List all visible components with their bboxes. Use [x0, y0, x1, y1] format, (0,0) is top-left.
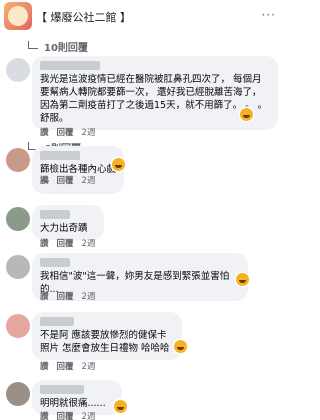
commenter-name[interactable] [40, 210, 70, 219]
timestamp[interactable]: 2週 [82, 410, 96, 420]
like-button[interactable]: 讚 [40, 174, 49, 186]
reply-button[interactable]: 回覆 [57, 290, 74, 302]
comment-actions: 讚 回覆 2週 [40, 174, 95, 186]
haha-reaction-icon[interactable] [240, 108, 253, 121]
reply-button[interactable]: 回覆 [57, 174, 74, 186]
comment-actions: 讚 回覆 2週 [40, 360, 95, 372]
avatar[interactable] [6, 255, 30, 279]
timestamp[interactable]: 2週 [82, 174, 96, 186]
timestamp[interactable]: 2週 [82, 290, 96, 302]
reply-button[interactable]: 回覆 [57, 410, 74, 420]
timestamp[interactable]: 2週 [82, 126, 96, 138]
commenter-name[interactable] [40, 258, 70, 267]
reply-button[interactable]: 回覆 [57, 126, 74, 138]
haha-reaction-icon[interactable] [236, 273, 249, 286]
reply-arrow-icon [28, 40, 38, 49]
like-button[interactable]: 讚 [40, 290, 49, 302]
avatar[interactable] [6, 382, 30, 406]
comment-actions: 讚 回覆 2週 [40, 290, 95, 302]
reply-button[interactable]: 回覆 [57, 360, 74, 372]
haha-reaction-icon[interactable] [114, 400, 127, 413]
comment-actions: 讚 回覆 2週 [40, 126, 95, 138]
comment-bubble: 篩檢出各種內心戲～ [32, 146, 124, 194]
timestamp[interactable]: 2週 [82, 237, 96, 249]
commenter-name[interactable] [40, 61, 100, 70]
avatar[interactable] [6, 207, 30, 231]
avatar[interactable] [6, 314, 30, 338]
avatar[interactable] [6, 148, 30, 172]
comment-bubble: 不是阿 應該要放慘烈的健保卡照片 怎麼會放生日禮物 哈哈哈 [32, 312, 182, 360]
commenter-name[interactable] [40, 317, 74, 326]
avatar[interactable] [6, 58, 30, 82]
comment-text: 大力出奇蹟 [40, 223, 88, 234]
group-avatar[interactable] [4, 2, 32, 30]
view-replies-link[interactable]: 10則回覆 [28, 39, 88, 54]
commenter-name[interactable] [40, 385, 84, 394]
more-options-icon[interactable]: ··· [262, 8, 276, 22]
haha-reaction-icon[interactable] [112, 158, 125, 171]
like-button[interactable]: 讚 [40, 126, 49, 138]
commenter-name[interactable] [40, 151, 80, 160]
like-button[interactable]: 讚 [40, 360, 49, 372]
reply-button[interactable]: 回覆 [57, 237, 74, 249]
timestamp[interactable]: 2週 [82, 360, 96, 372]
haha-reaction-icon[interactable] [174, 340, 187, 353]
comment-actions: 讚 回覆 2週 [40, 237, 95, 249]
comment-text: 不是阿 應該要放慘烈的健保卡照片 怎麼會放生日禮物 哈哈哈 [40, 330, 170, 354]
group-title[interactable]: 【 爆廢公社二館 】 [36, 9, 131, 25]
comment-bubble: 大力出奇蹟 [32, 205, 104, 240]
comment-actions: 讚 回覆 2週 [40, 410, 95, 420]
comment-text: 我光是這波疫情已經在醫院被肛鼻孔四次了， 每個月要幫病人轉院都要篩一次， 還好我… [40, 74, 268, 124]
like-button[interactable]: 讚 [40, 410, 49, 420]
comment-text: 明明就很痛...... [40, 398, 106, 409]
group-header: 【 爆廢公社二館 】 ··· [0, 0, 286, 34]
like-button[interactable]: 讚 [40, 237, 49, 249]
